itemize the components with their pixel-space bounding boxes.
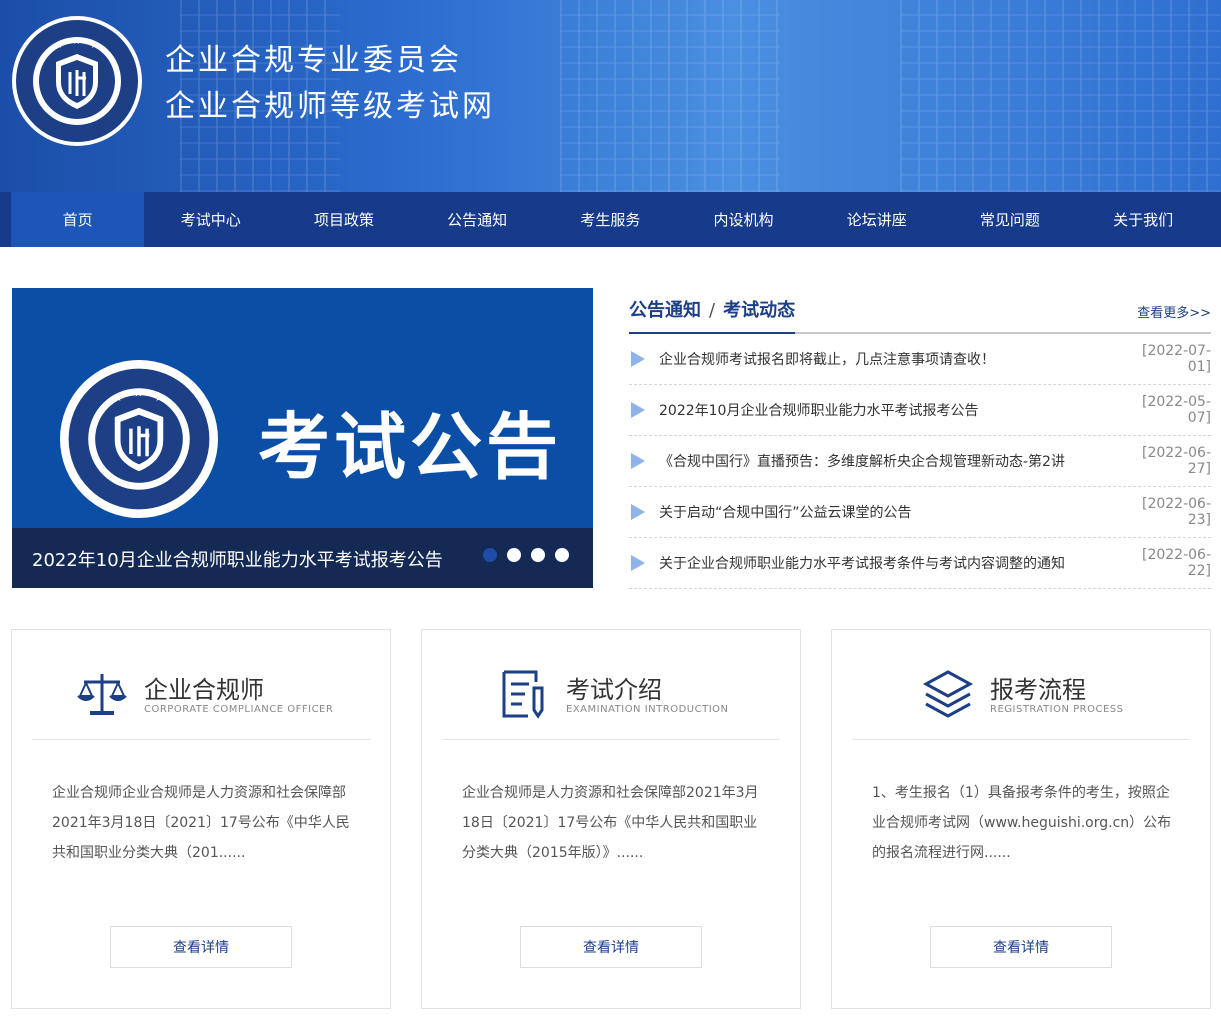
news-list-item[interactable]: 关于企业合规师职业能力水平考试报考条件与考试内容调整的通知 [2022-06-2…: [629, 538, 1211, 589]
info-card-compliance-officer: 企业合规师 CORPORATE COMPLIANCE OFFICER 企业合规师…: [11, 629, 391, 1009]
main-nav: 首页 考试中心 项目政策 公告通知 考生服务 内设机构 论坛讲座 常见问题 关于…: [0, 192, 1221, 247]
news-title[interactable]: 关于启动“合规中国行”公益云课堂的公告: [659, 502, 1119, 522]
card-header: 企业合规师 CORPORATE COMPLIANCE OFFICER: [32, 630, 370, 740]
view-details-button[interactable]: 查看详情: [520, 926, 702, 968]
nav-item-about[interactable]: 关于我们: [1077, 192, 1210, 247]
card-header: 考试介绍 EXAMINATION INTRODUCTION: [442, 630, 780, 740]
carousel-indicators: [483, 548, 569, 562]
news-title[interactable]: 关于企业合规师职业能力水平考试报考条件与考试内容调整的通知: [659, 553, 1119, 573]
news-title[interactable]: 2022年10月企业合规师职业能力水平考试报考公告: [659, 400, 1119, 420]
card-subtitle: EXAMINATION INTRODUCTION: [566, 704, 729, 715]
news-date: [2022-07-01]: [1141, 343, 1211, 375]
nav-item-exam-center[interactable]: 考试中心: [144, 192, 277, 247]
site-title-line1: 企业合规专业委员会: [165, 43, 462, 78]
building-decoration: [900, 0, 1220, 192]
layers-icon: [922, 670, 974, 718]
site-title[interactable]: 企业合规专业委员会 企业合规师等级考试网: [165, 38, 495, 130]
nav-item-candidate-service[interactable]: 考生服务: [544, 192, 677, 247]
card-title: 考试介绍: [566, 676, 662, 704]
svg-text:★: ★: [90, 40, 99, 51]
building-decoration: [560, 0, 780, 192]
view-details-button[interactable]: 查看详情: [930, 926, 1112, 968]
carousel-dot[interactable]: [507, 548, 521, 562]
svg-text:★: ★: [112, 390, 122, 404]
news-date: [2022-06-22]: [1141, 547, 1211, 579]
banner-carousel[interactable]: ★ ★ ★ 考试公告 2022年10月企业合规师职业能力水平考试报考公告: [12, 288, 593, 588]
view-more-link[interactable]: 查看更多>>: [1137, 302, 1211, 321]
card-description: 1、考生报名（1）具备报考条件的考生，按照企业合规师考试网（www.heguis…: [872, 785, 1172, 861]
banner-headline: 考试公告: [258, 405, 563, 489]
card-title: 企业合规师: [144, 676, 264, 704]
news-list-item[interactable]: 《合规中国行》直播预告：多维度解析央企合规管理新动态-第2讲 [2022-06-…: [629, 436, 1211, 487]
news-list-item[interactable]: 企业合规师考试报名即将截止，几点注意事项请查收！ [2022-07-01]: [629, 334, 1211, 385]
tab-notices[interactable]: 公告通知: [629, 300, 701, 321]
document-pen-icon: [502, 670, 544, 719]
news-header: 公告通知 / 考试动态 查看更多>>: [629, 288, 1211, 334]
svg-text:★: ★: [72, 36, 81, 47]
news-list: 企业合规师考试报名即将截止，几点注意事项请查收！ [2022-07-01] 20…: [629, 334, 1211, 589]
triangle-bullet-icon: [631, 351, 645, 367]
card-title: 报考流程: [990, 676, 1086, 704]
card-subtitle: REGISTRATION PROCESS: [990, 704, 1124, 715]
carousel-dot[interactable]: [531, 548, 545, 562]
site-title-line2: 企业合规师等级考试网: [165, 89, 495, 124]
nav-item-notices[interactable]: 公告通知: [411, 192, 544, 247]
card-description: 企业合规师企业合规师是人力资源和社会保障部2021年3月18日〔2021〕17号…: [52, 785, 350, 861]
triangle-bullet-icon: [631, 453, 645, 469]
shield-logo-icon: ★ ★ ★: [68, 368, 210, 510]
view-details-button[interactable]: 查看详情: [110, 926, 292, 968]
svg-text:★: ★: [154, 390, 164, 404]
news-list-item[interactable]: 2022年10月企业合规师职业能力水平考试报考公告 [2022-05-07]: [629, 385, 1211, 436]
nav-item-departments[interactable]: 内设机构: [677, 192, 810, 247]
svg-text:★: ★: [54, 40, 63, 51]
tab-exam-news[interactable]: 考试动态: [723, 300, 795, 321]
news-title[interactable]: 《合规中国行》直播预告：多维度解析央企合规管理新动态-第2讲: [659, 451, 1119, 471]
carousel-dot[interactable]: [555, 548, 569, 562]
nav-item-home[interactable]: 首页: [11, 192, 145, 247]
news-panel: 公告通知 / 考试动态 查看更多>> 企业合规师考试报名即将截止，几点注意事项请查收…: [629, 288, 1211, 590]
triangle-bullet-icon: [631, 402, 645, 418]
tab-separator: /: [709, 300, 716, 321]
news-title[interactable]: 企业合规师考试报名即将截止，几点注意事项请查收！: [659, 349, 1119, 369]
site-header: ★ ★ ★ 企业合规专业委员会 企业合规师等级考试网: [0, 0, 1221, 192]
news-date: [2022-06-23]: [1141, 496, 1211, 528]
triangle-bullet-icon: [631, 504, 645, 520]
scale-icon: [77, 674, 127, 715]
carousel-dot[interactable]: [483, 548, 497, 562]
info-card-exam-intro: 考试介绍 EXAMINATION INTRODUCTION 企业合规师是人力资源…: [421, 629, 801, 1009]
banner-logo: ★ ★ ★: [60, 360, 218, 518]
nav-item-faq[interactable]: 常见问题: [943, 192, 1076, 247]
card-subtitle: CORPORATE COMPLIANCE OFFICER: [144, 704, 334, 715]
news-list-item[interactable]: 关于启动“合规中国行”公益云课堂的公告 [2022-06-23]: [629, 487, 1211, 538]
svg-text:★: ★: [133, 385, 143, 399]
site-logo[interactable]: ★ ★ ★: [12, 16, 142, 146]
info-card-registration: 报考流程 REGISTRATION PROCESS 1、考生报名（1）具备报考条…: [831, 629, 1211, 1009]
banner-caption-bar: 2022年10月企业合规师职业能力水平考试报考公告: [12, 528, 593, 588]
card-description: 企业合规师是人力资源和社会保障部2021年3月18日〔2021〕17号公布《中华…: [462, 785, 759, 861]
banner-caption[interactable]: 2022年10月企业合规师职业能力水平考试报考公告: [32, 546, 443, 572]
shield-logo-icon: ★ ★ ★: [16, 20, 138, 142]
triangle-bullet-icon: [631, 555, 645, 571]
nav-item-forum[interactable]: 论坛讲座: [810, 192, 943, 247]
card-header: 报考流程 REGISTRATION PROCESS: [852, 630, 1190, 740]
nav-item-policy[interactable]: 项目政策: [277, 192, 410, 247]
news-date: [2022-06-27]: [1141, 445, 1211, 477]
news-date: [2022-05-07]: [1141, 394, 1211, 426]
